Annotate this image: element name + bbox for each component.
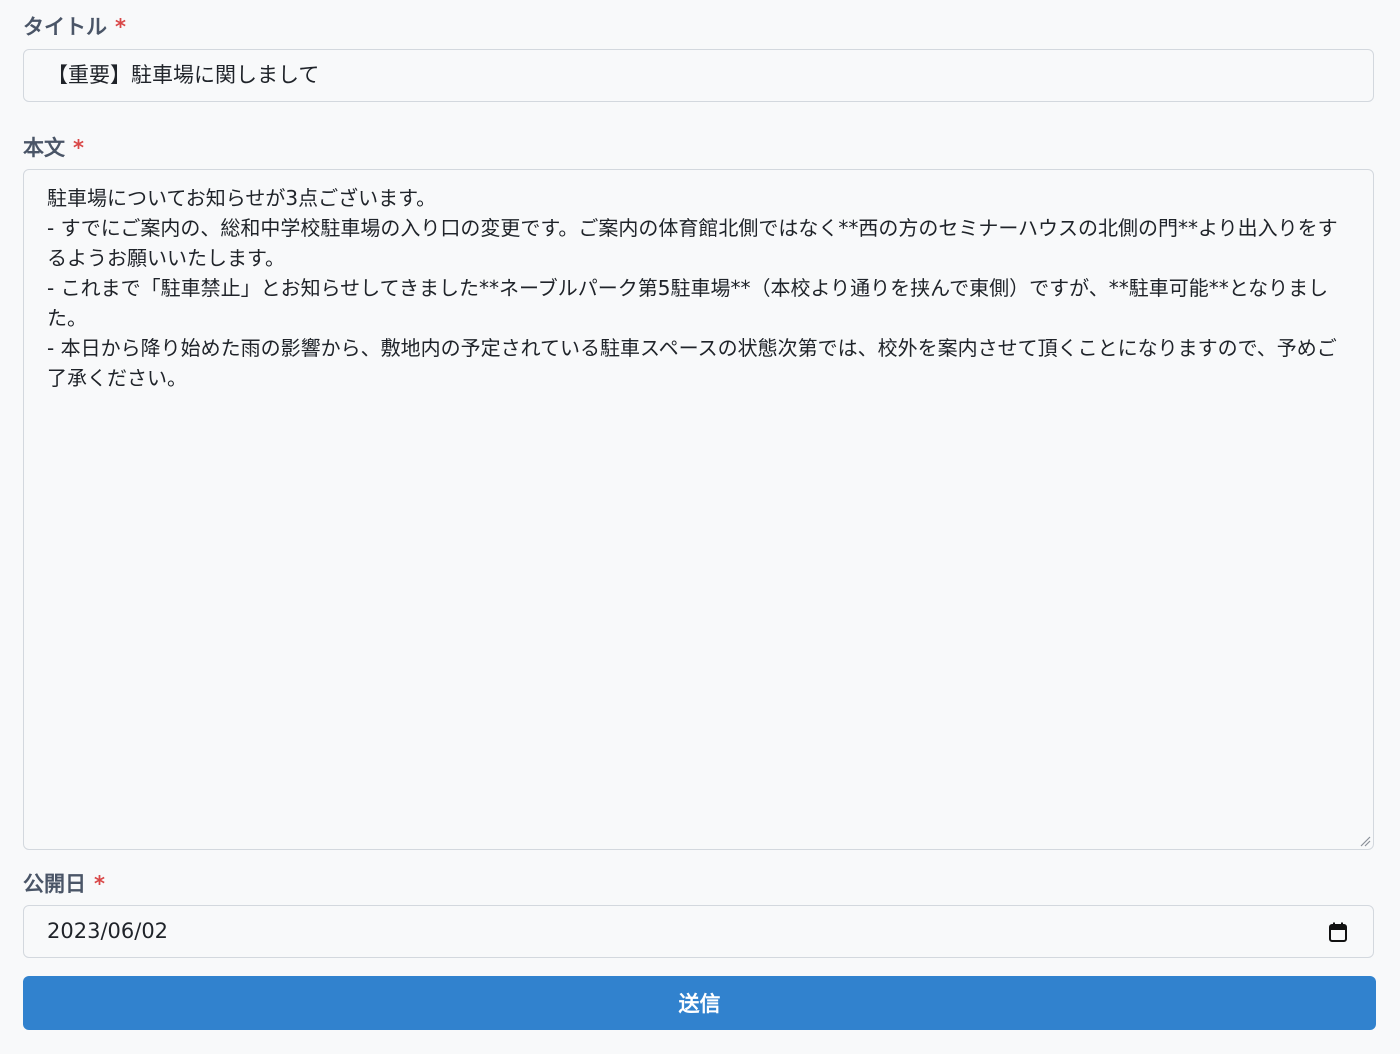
submit-button[interactable]: 送信 xyxy=(23,976,1376,1030)
body-label: 本文 * xyxy=(23,135,84,161)
body-label-text: 本文 xyxy=(23,136,65,160)
body-required-mark: * xyxy=(73,136,84,160)
calendar-icon[interactable] xyxy=(1329,922,1347,942)
publish-date-label-text: 公開日 xyxy=(23,872,86,896)
publish-date-input[interactable]: 2023/06/02 xyxy=(23,905,1374,958)
publish-date-label: 公開日 * xyxy=(23,871,105,897)
title-label-text: タイトル xyxy=(23,15,107,39)
title-input[interactable]: 【重要】駐車場に関しまして xyxy=(23,49,1374,102)
post-form: タイトル * 【重要】駐車場に関しまして 本文 * 駐車場についてお知らせが3点ござ… xyxy=(0,0,1400,1054)
title-label: タイトル * xyxy=(23,14,126,40)
title-required-mark: * xyxy=(115,15,126,39)
publish-date-value: 2023/06/02 xyxy=(47,919,169,943)
resize-grip-icon[interactable] xyxy=(1359,835,1371,847)
body-textarea[interactable]: 駐車場についてお知らせが3点ございます。 - すでにご案内の、総和中学校駐車場の… xyxy=(23,169,1374,850)
body-textarea-value: 駐車場についてお知らせが3点ございます。 - すでにご案内の、総和中学校駐車場の… xyxy=(47,186,1338,390)
publish-date-required-mark: * xyxy=(94,872,105,896)
title-input-value: 【重要】駐車場に関しまして xyxy=(47,63,320,87)
